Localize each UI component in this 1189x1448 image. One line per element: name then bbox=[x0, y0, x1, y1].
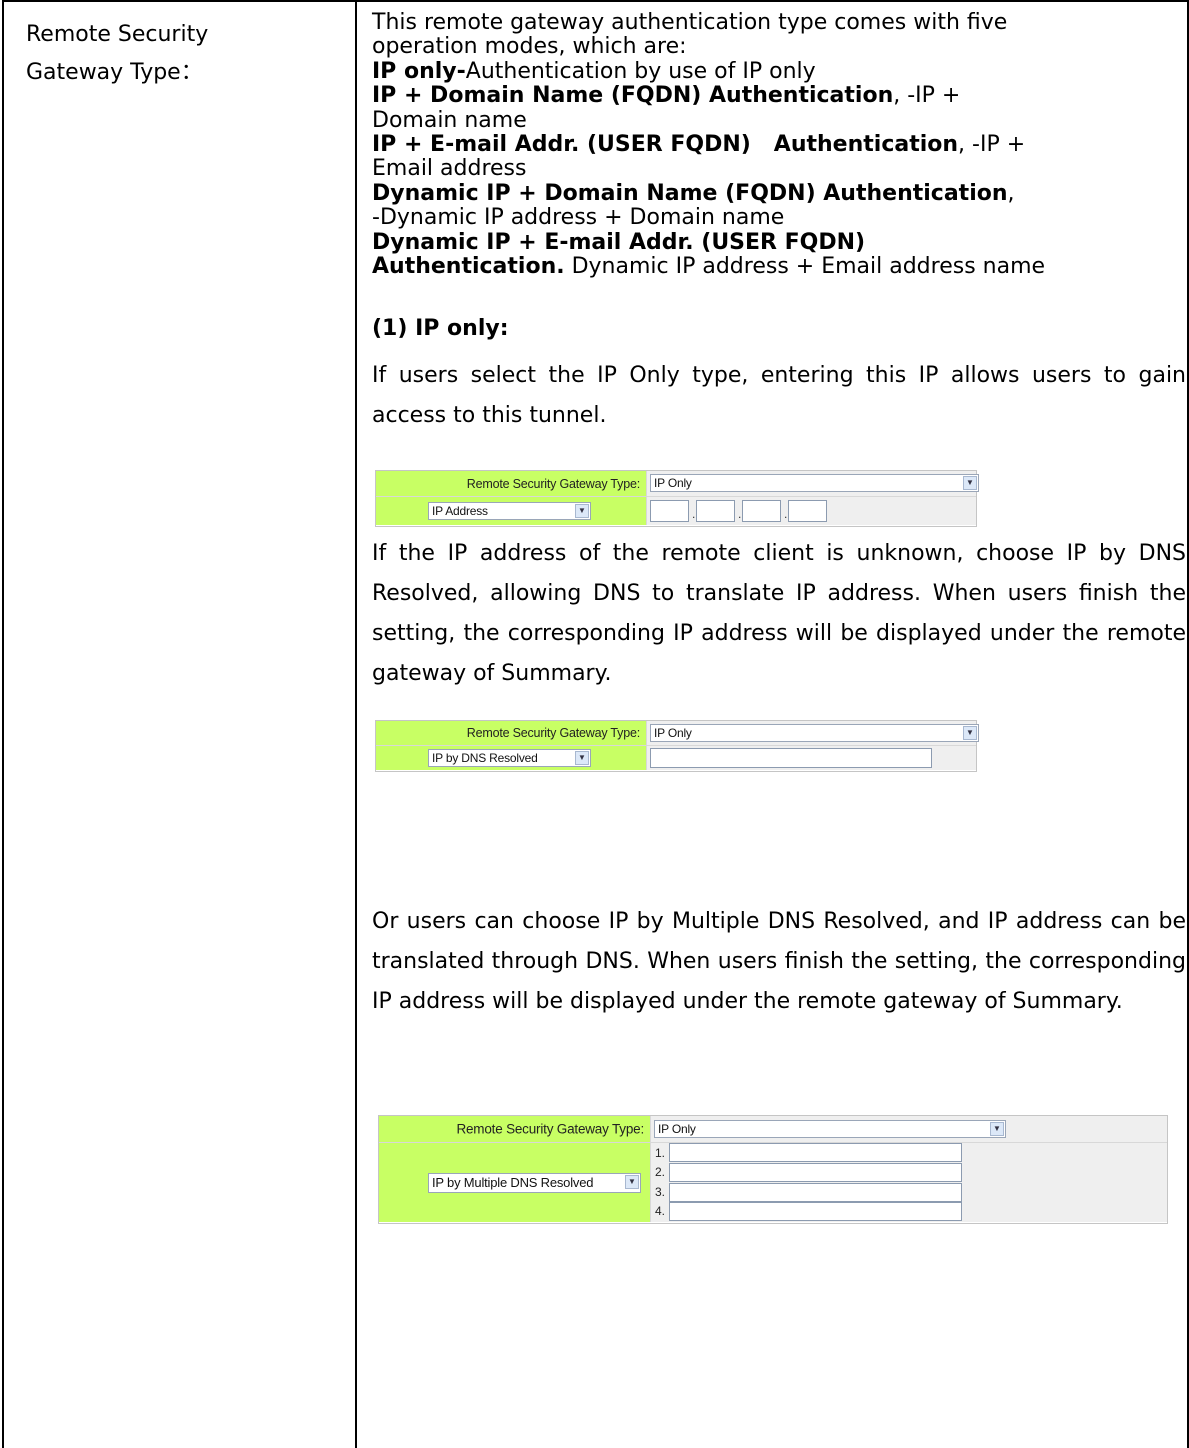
gateway-type-selected: IP Only bbox=[658, 1122, 696, 1136]
intro-block: This remote gateway authentication type … bbox=[372, 10, 1182, 280]
dns-entry-input-2[interactable] bbox=[669, 1163, 962, 1182]
chevron-down-icon: ▼ bbox=[625, 1175, 639, 1189]
gateway-type-row: Remote Security Gateway Type: IP Only ▼ bbox=[376, 721, 979, 746]
mode-description: Dynamic IP address + Email address name bbox=[564, 254, 1046, 280]
mode-title: IP + Domain Name (FQDN) Authentication bbox=[372, 83, 894, 109]
table-column-divider bbox=[355, 0, 357, 1448]
gateway-type-label: Remote Security Gateway Type: bbox=[456, 1121, 644, 1137]
gateway-type-label: Remote Security Gateway Type: bbox=[466, 476, 640, 491]
ip-mode-select[interactable]: IP Address ▼ bbox=[428, 502, 591, 520]
octet-separator: . bbox=[692, 507, 696, 521]
ip-mode-cell: IP by Multiple DNS Resolved ▼ bbox=[379, 1143, 651, 1222]
dns-entry-input-1[interactable] bbox=[669, 1143, 962, 1162]
ip-octets-cell: . . . bbox=[647, 497, 976, 525]
ip-octet-input-3[interactable] bbox=[742, 500, 781, 522]
mode-title: Dynamic IP + Domain Name (FQDN) Authenti… bbox=[372, 180, 1008, 206]
chevron-down-icon: ▼ bbox=[575, 751, 589, 765]
ip-mode-select[interactable]: IP by DNS Resolved ▼ bbox=[428, 749, 591, 767]
paragraph-dns-resolved: If the IP address of the remote client i… bbox=[372, 541, 1186, 686]
ip-octet-input-2[interactable] bbox=[696, 500, 735, 522]
intro-line: This remote gateway authentication type … bbox=[372, 10, 1008, 35]
entry-number: 3. bbox=[655, 1185, 666, 1199]
mode-ip-fqdn: IP + Domain Name (FQDN) Authentication, … bbox=[372, 84, 1182, 108]
ip-mode-row: IP by Multiple DNS Resolved ▼ 1. 2. 3. 4… bbox=[379, 1143, 1167, 1222]
octet-separator: . bbox=[784, 507, 788, 521]
gateway-type-value-cell: IP Only ▼ bbox=[647, 471, 979, 496]
mode-title: IP + E-mail Addr. (USER FQDN) Authentica… bbox=[372, 132, 959, 158]
ip-mode-selected: IP by DNS Resolved bbox=[432, 751, 538, 765]
gateway-type-select[interactable]: IP Only ▼ bbox=[654, 1120, 1006, 1138]
intro-line: operation modes, which are: bbox=[372, 34, 687, 60]
gateway-type-value-cell: IP Only ▼ bbox=[647, 721, 979, 745]
dns-entries-cell: 1. 2. 3. 4. bbox=[651, 1143, 1167, 1222]
gateway-type-row: Remote Security Gateway Type: IP Only ▼ bbox=[376, 471, 979, 497]
entry-number: 2. bbox=[655, 1165, 666, 1179]
ip-mode-selected: IP Address bbox=[432, 504, 488, 518]
paragraph-ip-only: If users select the IP Only type, enteri… bbox=[372, 363, 1186, 428]
section-heading: (1) IP only: bbox=[372, 316, 509, 341]
gateway-type-label-cell: Remote Security Gateway Type: bbox=[376, 471, 647, 496]
dns-entry-input-4[interactable] bbox=[669, 1202, 962, 1221]
table-left-border bbox=[2, 0, 4, 1448]
mode-title: Authentication. bbox=[372, 254, 565, 280]
ip-octet-input-1[interactable] bbox=[650, 500, 689, 522]
mode-description: , -IP + bbox=[893, 83, 961, 109]
chevron-down-icon: ▼ bbox=[990, 1122, 1004, 1136]
mode-description: , bbox=[1007, 180, 1015, 206]
gateway-type-label: Remote Security Gateway Type: bbox=[466, 726, 640, 740]
config-snippet-dns-resolved: Remote Security Gateway Type: IP Only ▼ … bbox=[375, 720, 979, 772]
ip-octet-input-4[interactable] bbox=[788, 500, 827, 522]
chevron-down-icon: ▼ bbox=[575, 504, 589, 518]
intro-line: Domain name bbox=[372, 107, 527, 133]
mode-dynamic-ip-user-fqdn-cont: Authentication. Dynamic IP address + Ema… bbox=[372, 254, 1182, 280]
mode-ip-only: IP only-Authentication by use of IP only bbox=[372, 58, 1182, 84]
dns-entry-input-3[interactable] bbox=[669, 1183, 962, 1202]
gateway-type-label-cell: Remote Security Gateway Type: bbox=[379, 1116, 651, 1142]
intro-line: -Dynamic IP address + Domain name bbox=[372, 205, 785, 231]
ip-mode-cell: IP Address ▼ bbox=[376, 497, 647, 525]
entry-number: 1. bbox=[655, 1146, 666, 1160]
chevron-down-icon: ▼ bbox=[963, 476, 977, 490]
gateway-type-selected: IP Only bbox=[654, 726, 692, 740]
ip-mode-select[interactable]: IP by Multiple DNS Resolved ▼ bbox=[428, 1173, 641, 1193]
mode-description: , -IP + bbox=[958, 132, 1026, 158]
config-snippet-ip-address: Remote Security Gateway Type: IP Only ▼ … bbox=[375, 470, 979, 527]
dns-host-input[interactable] bbox=[650, 748, 932, 768]
field-label-cell: Remote Security Gateway Type： bbox=[26, 16, 346, 92]
mode-ip-user-fqdn: IP + E-mail Addr. (USER FQDN) Authentica… bbox=[372, 132, 1182, 158]
ip-mode-row: IP by DNS Resolved ▼ bbox=[376, 746, 976, 770]
field-label-line-1: Remote Security bbox=[26, 22, 209, 47]
mode-description: Authentication by use of IP only bbox=[465, 58, 816, 84]
ip-mode-cell: IP by DNS Resolved ▼ bbox=[376, 746, 647, 770]
mode-dynamic-ip-fqdn: Dynamic IP + Domain Name (FQDN) Authenti… bbox=[372, 180, 1182, 206]
table-top-border bbox=[2, 0, 1187, 2]
mode-title: IP only- bbox=[372, 58, 466, 84]
gateway-type-value-cell: IP Only ▼ bbox=[651, 1116, 1167, 1142]
gateway-type-label-cell: Remote Security Gateway Type: bbox=[376, 721, 647, 745]
ip-mode-row: IP Address ▼ . . . bbox=[376, 497, 976, 525]
field-label-line-2: Gateway Type： bbox=[26, 60, 203, 85]
paragraph-multiple-dns: Or users can choose IP by Multiple DNS R… bbox=[372, 909, 1186, 1014]
gateway-type-selected: IP Only bbox=[654, 476, 692, 490]
host-cell bbox=[647, 746, 976, 770]
entry-number: 4. bbox=[655, 1204, 666, 1218]
intro-line: Email address bbox=[372, 156, 527, 182]
ip-mode-selected: IP by Multiple DNS Resolved bbox=[432, 1175, 594, 1190]
mode-title: Dynamic IP + E-mail Addr. (USER FQDN) bbox=[372, 229, 866, 255]
gateway-type-select[interactable]: IP Only ▼ bbox=[650, 474, 979, 492]
gateway-type-select[interactable]: IP Only ▼ bbox=[650, 724, 979, 742]
config-snippet-multiple-dns: Remote Security Gateway Type: IP Only ▼ … bbox=[378, 1115, 1168, 1224]
octet-separator: . bbox=[738, 507, 742, 521]
mode-dynamic-ip-user-fqdn: Dynamic IP + E-mail Addr. (USER FQDN) bbox=[372, 229, 1182, 255]
chevron-down-icon: ▼ bbox=[963, 726, 977, 740]
gateway-type-row: Remote Security Gateway Type: IP Only ▼ bbox=[379, 1116, 1167, 1143]
